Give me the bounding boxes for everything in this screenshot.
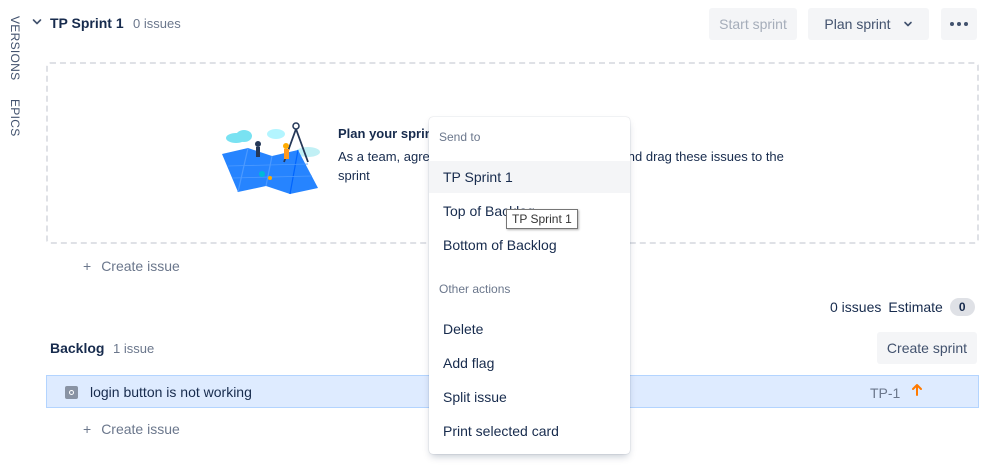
- estimate-badge: 0: [949, 298, 975, 316]
- backlog-title: Backlog: [50, 340, 105, 356]
- menu-item-print-card[interactable]: Print selected card: [429, 415, 630, 447]
- plan-sprint-button[interactable]: Plan sprint: [808, 8, 929, 40]
- menu-item-send-to-sprint[interactable]: TP Sprint 1: [429, 161, 630, 193]
- chevron-down-icon[interactable]: [31, 16, 43, 28]
- estimate-label: Estimate: [888, 299, 943, 315]
- menu-heading-other-actions: Other actions: [439, 282, 511, 296]
- create-issue-label: Create issue: [101, 421, 180, 437]
- more-icon: [950, 22, 968, 26]
- sprint-issue-count: 0 issues: [133, 16, 181, 31]
- plan-illustration: [222, 122, 320, 195]
- create-sprint-label: Create sprint: [886, 340, 968, 356]
- issue-key[interactable]: TP-1: [870, 385, 900, 401]
- create-issue-label: Create issue: [101, 258, 180, 274]
- issue-context-menu: Send to TP Sprint 1 Top of Backlog Botto…: [429, 117, 630, 454]
- backlog-issue-count: 1 issue: [113, 341, 155, 356]
- create-issue-backlog[interactable]: + Create issue: [83, 421, 180, 437]
- menu-item-bottom-of-backlog[interactable]: Bottom of Backlog: [429, 229, 630, 261]
- sprint-summary: 0 issues Estimate 0: [830, 298, 975, 316]
- menu-item-add-flag[interactable]: Add flag: [429, 347, 630, 379]
- chevron-down-icon: [903, 21, 912, 27]
- sprint-header: TP Sprint 1 0 issues Start sprint Plan s…: [28, 8, 978, 40]
- create-sprint-button[interactable]: Create sprint: [877, 332, 977, 364]
- more-actions-button[interactable]: [941, 8, 977, 40]
- menu-heading-send-to: Send to: [439, 130, 481, 144]
- plan-sprint-title: Plan your sprint: [338, 126, 437, 141]
- sprint-name: TP Sprint 1: [50, 15, 124, 31]
- plus-icon: +: [83, 258, 92, 274]
- start-sprint-label: Start sprint: [719, 16, 787, 32]
- side-rail: VERSIONS EPICS: [0, 0, 32, 474]
- epics-tab[interactable]: EPICS: [8, 99, 22, 137]
- start-sprint-button[interactable]: Start sprint: [709, 8, 797, 40]
- menu-item-delete[interactable]: Delete: [429, 313, 630, 345]
- tooltip: TP Sprint 1: [506, 209, 578, 229]
- create-issue-sprint[interactable]: + Create issue: [83, 258, 180, 274]
- priority-high-icon: [912, 384, 922, 396]
- summary-issue-count: 0 issues: [830, 299, 882, 315]
- versions-tab[interactable]: VERSIONS: [8, 16, 22, 80]
- plus-icon: +: [83, 421, 92, 437]
- plan-sprint-label: Plan sprint: [824, 16, 891, 32]
- menu-item-split-issue[interactable]: Split issue: [429, 381, 630, 413]
- issue-summary: login button is not working: [90, 384, 252, 400]
- issue-type-icon: [65, 386, 78, 399]
